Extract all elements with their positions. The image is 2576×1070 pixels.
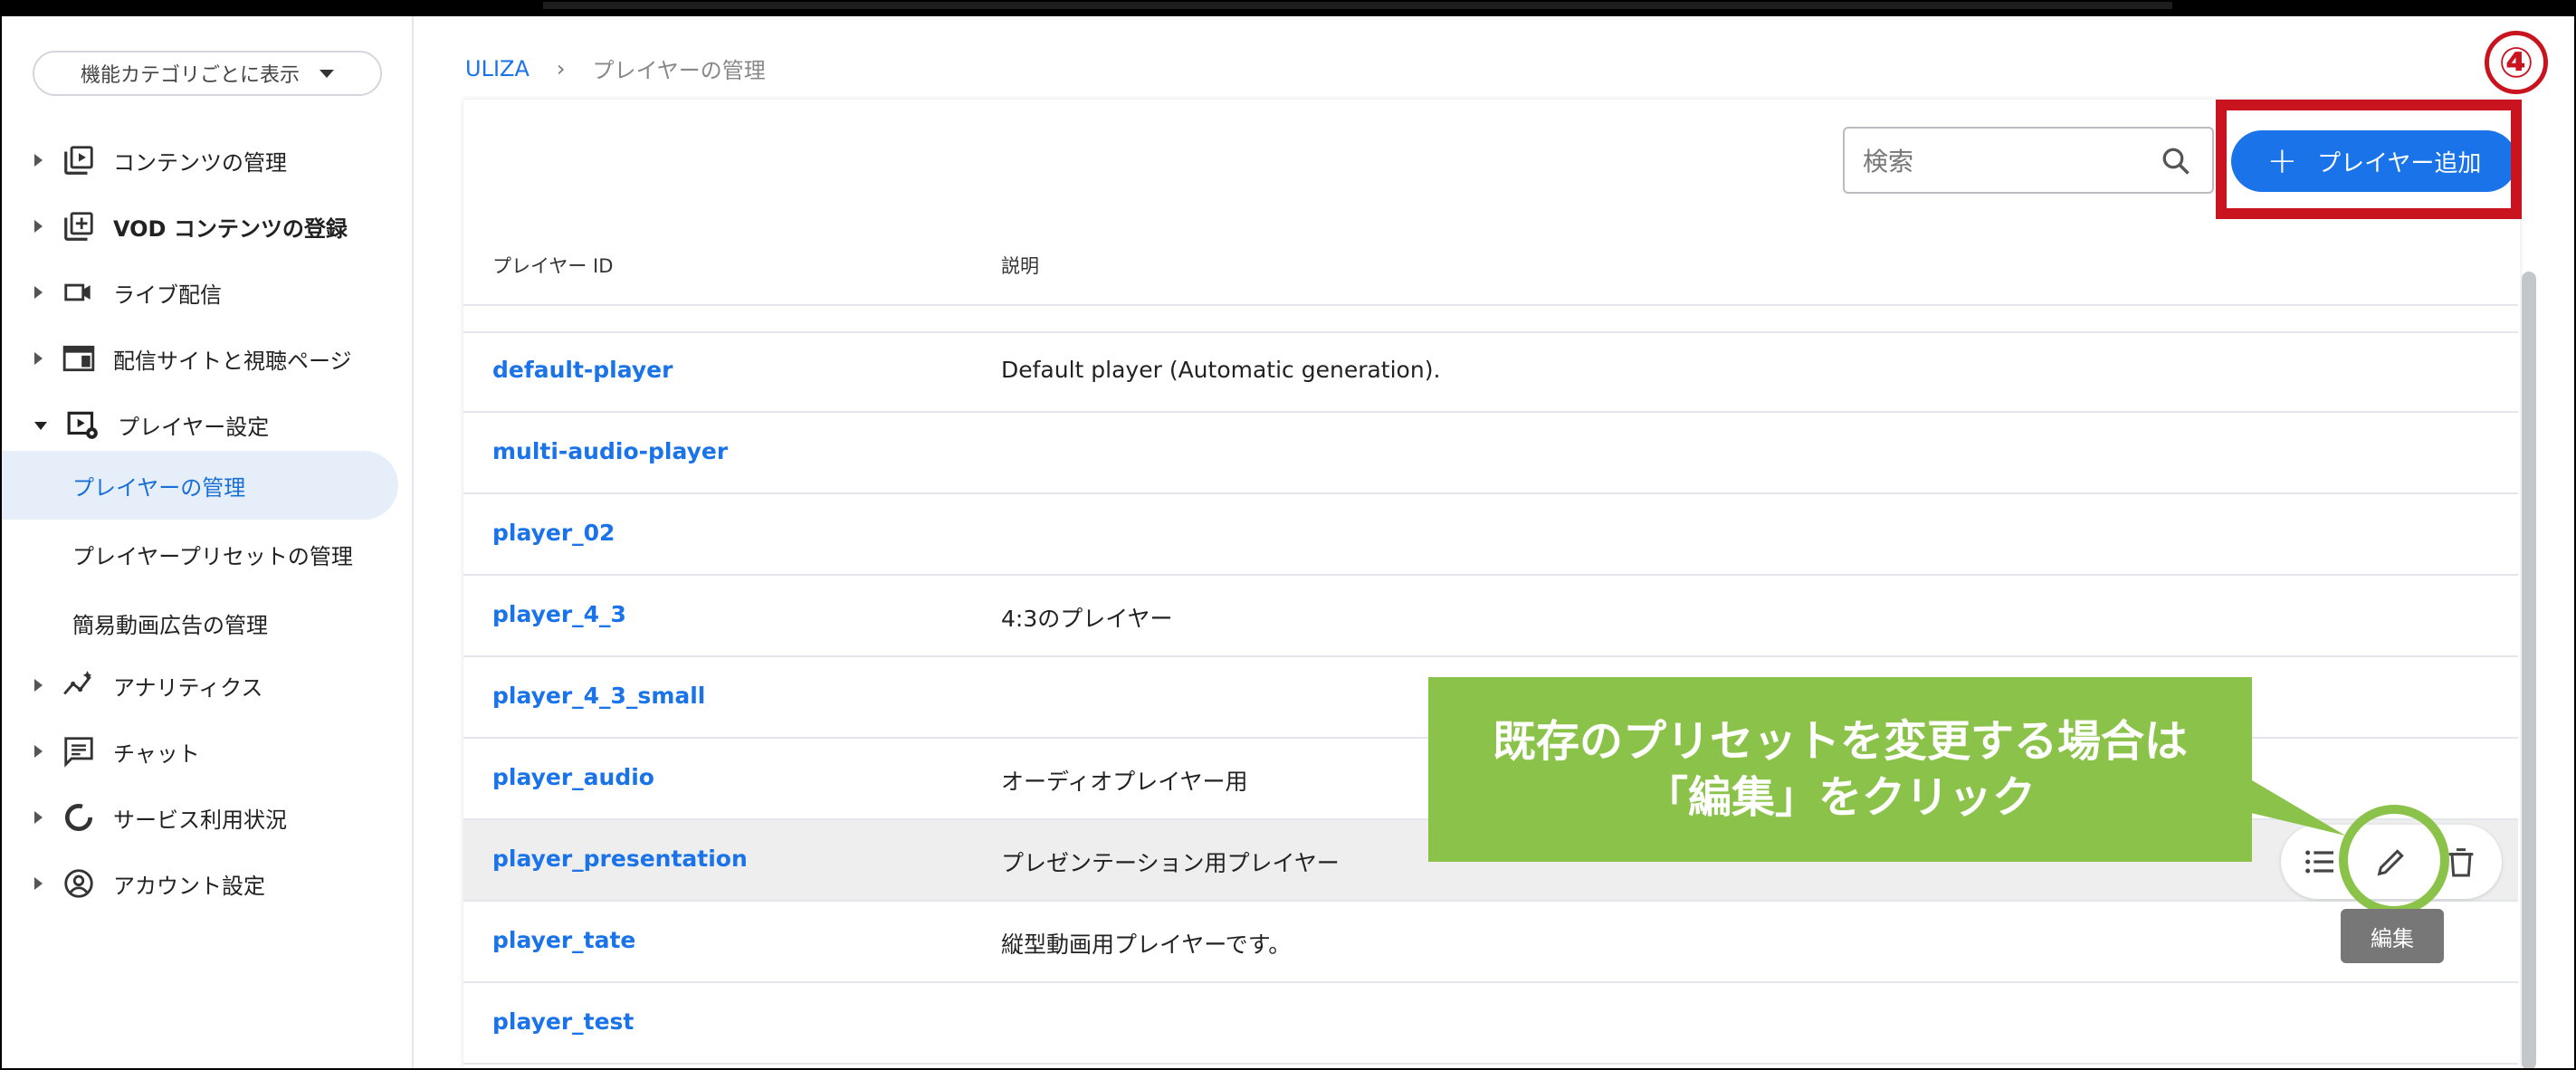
screenshot-border [0, 0, 2576, 1070]
